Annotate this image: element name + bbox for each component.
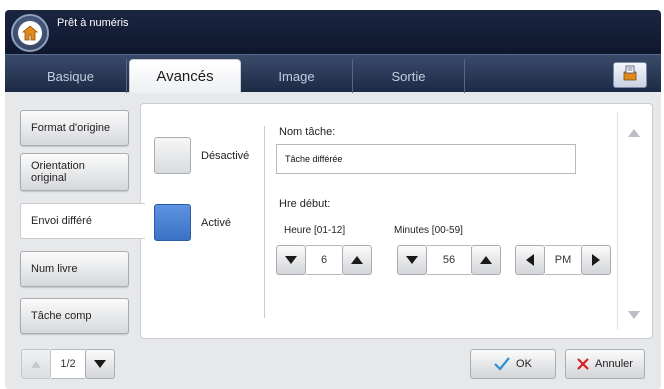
scroll-track — [617, 112, 618, 330]
triangle-down-icon — [406, 256, 418, 264]
sidebar-item-label: Num livre — [31, 263, 78, 275]
sidebar-item-orientation-original[interactable]: Orientation original — [20, 153, 129, 191]
toggle-desactive[interactable] — [154, 137, 191, 174]
tab-bar: Basique Avancés Image Sortie — [5, 54, 661, 93]
sidebar-item-label-line1: Orientation — [31, 160, 85, 172]
cancel-button[interactable]: Annuler — [565, 349, 645, 379]
start-time-label: Hre début: — [279, 198, 331, 210]
hour-decrement-button[interactable] — [276, 245, 306, 275]
sidebar-item-label: Tâche comp — [31, 310, 92, 322]
sidebar-item-label: Orientation original — [31, 160, 85, 184]
x-icon — [577, 358, 589, 370]
minutes-label: Minutes [00-59] — [394, 225, 463, 236]
triangle-down-icon — [94, 360, 106, 368]
triangle-up-icon — [628, 129, 640, 137]
sidebar-item-label: Envoi différé — [31, 215, 92, 227]
ampm-prev-button[interactable] — [515, 245, 545, 275]
hour-increment-button[interactable] — [342, 245, 372, 275]
sidebar-item-envoi-differe[interactable]: Envoi différé — [20, 203, 145, 239]
sidebar-item-label-line2: original — [31, 172, 67, 184]
sidebar-item-label: Format d'origine — [31, 122, 111, 134]
tab-sortie[interactable]: Sortie — [353, 59, 465, 93]
ok-label: OK — [516, 358, 532, 370]
ampm-value: PM — [545, 245, 581, 275]
minutes-decrement-button[interactable] — [397, 245, 427, 275]
home-icon — [18, 21, 42, 45]
job-name-field[interactable]: Tâche différée — [276, 144, 576, 174]
job-name-label: Nom tâche: — [279, 126, 336, 138]
triangle-right-icon — [592, 254, 600, 266]
triangle-left-icon — [526, 254, 534, 266]
tab-basique[interactable]: Basique — [15, 59, 127, 93]
page-next-button[interactable] — [85, 349, 115, 379]
scroll-down-button[interactable] — [619, 300, 649, 330]
sidebar-item-tache-comp[interactable]: Tâche comp — [20, 298, 129, 334]
title-bar: Prêt à numéris — [5, 10, 661, 54]
vertical-divider — [264, 126, 265, 318]
page-indicator: 1/2 — [51, 349, 85, 379]
toggle-active-label: Activé — [201, 217, 231, 229]
minutes-increment-button[interactable] — [471, 245, 501, 275]
scanner-screen: Prêt à numéris Basique Avancés Image Sor… — [5, 10, 661, 389]
home-button[interactable] — [11, 14, 49, 52]
settings-panel: Désactivé Activé Nom tâche: Tâche différ… — [140, 103, 653, 339]
toggle-active[interactable] — [154, 204, 191, 241]
tab-image[interactable]: Image — [241, 59, 353, 93]
scroll-up-button[interactable] — [619, 118, 649, 148]
ampm-next-button[interactable] — [581, 245, 611, 275]
page-prev-button[interactable] — [21, 349, 51, 379]
toggle-desactive-label: Désactivé — [201, 150, 250, 162]
ok-button[interactable]: OK — [470, 349, 556, 379]
tab-action-button[interactable] — [613, 62, 647, 88]
triangle-up-icon — [31, 360, 41, 368]
triangle-up-icon — [480, 256, 492, 264]
document-stack-icon — [621, 64, 639, 87]
triangle-up-icon — [351, 256, 363, 264]
triangle-down-icon — [285, 256, 297, 264]
checkmark-icon — [494, 357, 510, 371]
sidebar-item-format-origine[interactable]: Format d'origine — [20, 110, 129, 146]
minutes-value: 56 — [427, 245, 471, 275]
tab-avances[interactable]: Avancés — [129, 59, 241, 93]
app-title: Prêt à numéris — [57, 17, 129, 29]
cancel-label: Annuler — [595, 358, 633, 370]
hour-value: 6 — [306, 245, 342, 275]
page-control: 1/2 — [21, 349, 115, 379]
triangle-down-icon — [628, 311, 640, 319]
hour-label: Heure [01-12] — [284, 225, 346, 236]
sidebar-item-num-livre[interactable]: Num livre — [20, 251, 129, 287]
